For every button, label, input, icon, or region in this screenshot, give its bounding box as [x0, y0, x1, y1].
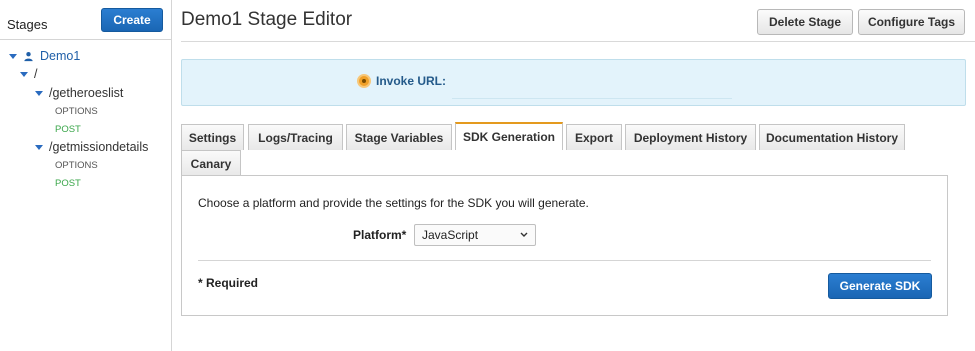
chevron-down-icon[interactable]	[9, 53, 17, 59]
sdk-description: Choose a platform and provide the settin…	[198, 196, 589, 210]
tree-item-resource[interactable]: /getmissiondetails	[35, 140, 148, 154]
invoke-url-box: Invoke URL:	[181, 59, 966, 106]
panel-divider	[198, 260, 931, 261]
tab-logs-tracing[interactable]: Logs/Tracing	[248, 124, 343, 150]
tree-method-options[interactable]: OPTIONS	[55, 106, 98, 117]
tree-method-post[interactable]: POST	[55, 178, 81, 189]
tab-canary[interactable]: Canary	[181, 150, 241, 176]
tab-sdk-generation[interactable]: SDK Generation	[455, 122, 563, 150]
chevron-down-icon	[520, 232, 528, 237]
invoke-url-label: Invoke URL:	[376, 74, 447, 88]
tree-item-stage[interactable]: Demo1	[9, 49, 80, 63]
tree-method-options[interactable]: OPTIONS	[55, 160, 98, 171]
tab-deployment-history[interactable]: Deployment History	[625, 124, 756, 150]
sidebar-header: Stages Create	[0, 0, 171, 40]
platform-select[interactable]: JavaScript	[414, 224, 536, 246]
chevron-down-icon[interactable]	[35, 144, 43, 150]
tab-export[interactable]: Export	[566, 124, 622, 150]
tree-method-post[interactable]: POST	[55, 124, 81, 135]
tab-settings[interactable]: Settings	[181, 124, 244, 150]
info-dot-icon	[357, 74, 371, 88]
stages-sidebar: Stages Create Demo1 / /getheroeslist OPT…	[0, 0, 172, 351]
tab-stage-variables[interactable]: Stage Variables	[346, 124, 452, 150]
required-note: * Required	[198, 276, 259, 290]
tree-item-root[interactable]: /	[20, 67, 37, 81]
tree-resource-path[interactable]: /getmissiondetails	[49, 140, 148, 154]
platform-select-value: JavaScript	[422, 228, 479, 242]
tree-stage-name[interactable]: Demo1	[40, 49, 80, 63]
tree-root-path[interactable]: /	[34, 67, 37, 81]
chevron-down-icon[interactable]	[35, 90, 43, 96]
page-title: Demo1 Stage Editor	[181, 9, 353, 30]
tab-documentation-history[interactable]: Documentation History	[759, 124, 905, 150]
chevron-down-icon[interactable]	[20, 71, 28, 77]
stage-editor-main: Demo1 Stage Editor Delete Stage Configur…	[172, 0, 975, 351]
configure-tags-button[interactable]: Configure Tags	[858, 9, 965, 35]
create-stage-button[interactable]: Create	[101, 8, 163, 32]
delete-stage-button[interactable]: Delete Stage	[757, 9, 853, 35]
sidebar-title: Stages	[7, 17, 48, 32]
generate-sdk-button[interactable]: Generate SDK	[828, 273, 932, 299]
tree-resource-path[interactable]: /getheroeslist	[49, 86, 123, 100]
header-divider	[181, 41, 975, 42]
tree-item-resource[interactable]: /getheroeslist	[35, 86, 123, 100]
invoke-url-underline	[452, 98, 732, 99]
stage-user-icon	[24, 51, 33, 61]
sdk-generation-panel: Choose a platform and provide the settin…	[181, 175, 948, 316]
platform-label: Platform*	[353, 228, 407, 242]
